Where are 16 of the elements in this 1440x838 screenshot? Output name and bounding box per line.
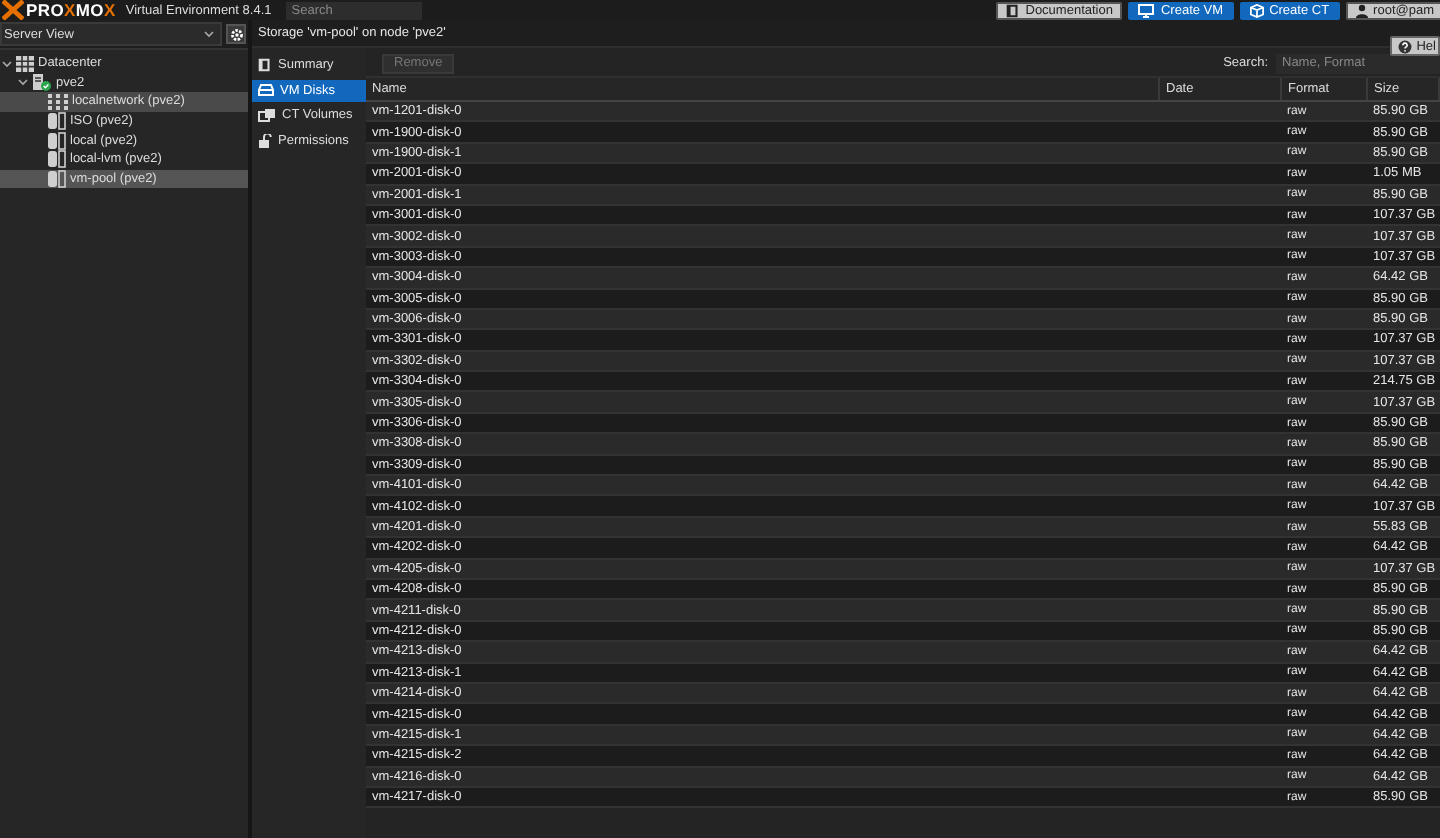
- chevron-down-icon: [204, 30, 214, 38]
- cube-icon: [1249, 3, 1264, 17]
- logo: PROXMOX: [2, 0, 116, 20]
- monitor-icon: [1138, 3, 1155, 17]
- help-icon: [1398, 39, 1413, 53]
- server-rack-icon: [16, 55, 34, 72]
- containers-icon: [258, 108, 276, 123]
- settings-button[interactable]: [226, 24, 246, 44]
- storage-icon: [48, 112, 66, 131]
- storage-icon: [48, 150, 66, 169]
- storage-icon: [48, 131, 66, 150]
- unlock-icon: [258, 133, 272, 148]
- storage-icon: [48, 169, 66, 188]
- grid-icon: [48, 93, 68, 110]
- hard-disk-icon: [258, 84, 274, 97]
- server-check-icon: [32, 73, 52, 92]
